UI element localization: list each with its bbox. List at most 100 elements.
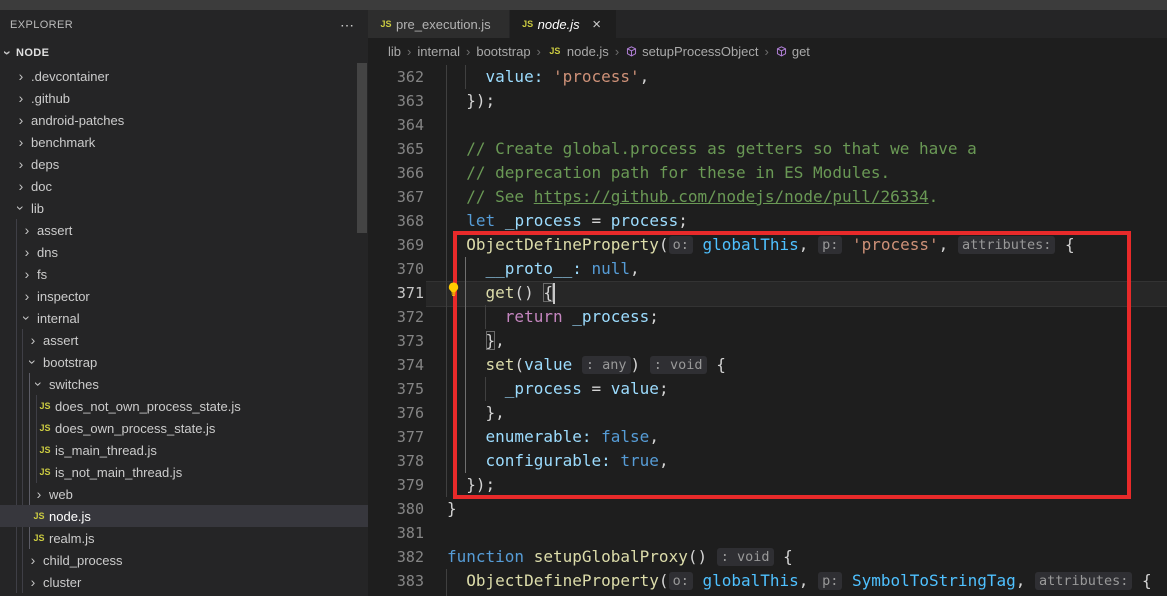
sidebar-item-switches[interactable]: ›switches <box>0 373 368 395</box>
code-line-366[interactable]: 366 // deprecation path for these in ES … <box>368 161 1167 185</box>
chevron-down-icon: › <box>1 45 15 61</box>
line-number-381[interactable]: 381 <box>368 521 424 545</box>
line-number-383[interactable]: 383 <box>368 569 424 593</box>
chevron-down-icon: › <box>20 310 34 326</box>
line-number-371[interactable]: 371 <box>368 281 424 305</box>
chevron-right-icon: › <box>13 113 29 127</box>
code-line-365[interactable]: 365 // Create global.process as getters … <box>368 137 1167 161</box>
code-token <box>524 547 534 566</box>
line-number-369[interactable]: 369 <box>368 233 424 257</box>
breadcrumb-item-get[interactable]: get <box>775 44 810 59</box>
sidebar-item-child_process[interactable]: ›child_process <box>0 549 368 571</box>
code-token <box>447 211 466 230</box>
line-number-368[interactable]: 368 <box>368 209 424 233</box>
line-number-373[interactable]: 373 <box>368 329 424 353</box>
item-label: inspector <box>35 289 90 304</box>
sidebar-item-android-patches[interactable]: ›android-patches <box>0 109 368 131</box>
code-token: ( <box>659 571 669 590</box>
code-line-383[interactable]: 383 ObjectDefineProperty(o: globalThis, … <box>368 569 1167 593</box>
sidebar-item-.devcontainer[interactable]: ›.devcontainer <box>0 65 368 87</box>
sidebar-item-does_not_own_process_state.js[interactable]: JSdoes_not_own_process_state.js <box>0 395 368 417</box>
more-actions-icon[interactable]: ⋯ <box>340 17 354 34</box>
line-number-365[interactable]: 365 <box>368 137 424 161</box>
code-token: }); <box>447 91 495 110</box>
sidebar-item-assert[interactable]: ›assert <box>0 329 368 351</box>
line-number-380[interactable]: 380 <box>368 497 424 521</box>
code-token: globalThis <box>702 571 798 590</box>
line-number-375[interactable]: 375 <box>368 377 424 401</box>
code-line-380[interactable]: 380} <box>368 497 1167 521</box>
code-token: ; <box>678 211 688 230</box>
breadcrumb-item-lib[interactable]: lib <box>388 44 401 59</box>
breadcrumb-item-internal[interactable]: internal <box>417 44 460 59</box>
tab-node.js[interactable]: JSnode.js× <box>510 10 617 38</box>
sidebar-item-bootstrap[interactable]: ›bootstrap <box>0 351 368 373</box>
line-number-372[interactable]: 372 <box>368 305 424 329</box>
line-number-382[interactable]: 382 <box>368 545 424 569</box>
code-line-381[interactable]: 381 <box>368 521 1167 545</box>
code-token: . <box>929 187 939 206</box>
sidebar-item-node.js[interactable]: JSnode.js <box>0 505 368 527</box>
sidebar-item-internal[interactable]: ›internal <box>0 307 368 329</box>
sidebar-item-cluster[interactable]: ›cluster <box>0 571 368 593</box>
code-token: = <box>582 211 611 230</box>
tab-pre_execution.js[interactable]: JSpre_execution.js <box>368 10 510 38</box>
line-number-376[interactable]: 376 <box>368 401 424 425</box>
code-editor[interactable]: 362 value: 'process',363 });364365 // Cr… <box>368 64 1167 596</box>
code-line-382[interactable]: 382function setupGlobalProxy() : void { <box>368 545 1167 569</box>
code-line-364[interactable]: 364 <box>368 113 1167 137</box>
sidebar-item-inspector[interactable]: ›inspector <box>0 285 368 307</box>
code-token: { <box>1132 571 1151 590</box>
sidebar-item-is_main_thread.js[interactable]: JSis_main_thread.js <box>0 439 368 461</box>
code-line-367[interactable]: 367 // See https://github.com/nodejs/nod… <box>368 185 1167 209</box>
sidebar-item-lib[interactable]: ›lib <box>0 197 368 219</box>
line-content: value: 'process', <box>447 65 649 89</box>
sidebar-item-assert[interactable]: ›assert <box>0 219 368 241</box>
breadcrumb-item-bootstrap[interactable]: bootstrap <box>476 44 530 59</box>
js-file-icon: JS <box>37 401 53 411</box>
sidebar-item-benchmark[interactable]: ›benchmark <box>0 131 368 153</box>
code-line-362[interactable]: 362 value: 'process', <box>368 65 1167 89</box>
item-label: .github <box>29 91 70 106</box>
section-header-node[interactable]: › NODE <box>0 40 368 65</box>
item-label: doc <box>29 179 52 194</box>
chevron-right-icon: › <box>19 223 35 237</box>
inlay-hint: : void <box>717 548 774 566</box>
line-number-378[interactable]: 378 <box>368 449 424 473</box>
breadcrumb-item-setupProcessObject[interactable]: setupProcessObject <box>625 44 758 59</box>
code-line-363[interactable]: 363 }); <box>368 89 1167 113</box>
code-line-368[interactable]: 368 let _process = process; <box>368 209 1167 233</box>
sidebar-item-fs[interactable]: ›fs <box>0 263 368 285</box>
code-token: _process <box>505 211 582 230</box>
sidebar-item-is_not_main_thread.js[interactable]: JSis_not_main_thread.js <box>0 461 368 483</box>
line-number-363[interactable]: 363 <box>368 89 424 113</box>
line-number-366[interactable]: 366 <box>368 161 424 185</box>
file-tree: ›.devcontainer›.github›android-patches›b… <box>0 65 368 593</box>
breadcrumb-item-node.js[interactable]: JSnode.js <box>547 44 609 59</box>
sidebar-item-realm.js[interactable]: JSrealm.js <box>0 527 368 549</box>
sidebar-item-dns[interactable]: ›dns <box>0 241 368 263</box>
code-token: // See <box>466 187 533 206</box>
line-number-379[interactable]: 379 <box>368 473 424 497</box>
line-number-377[interactable]: 377 <box>368 425 424 449</box>
sidebar-item-deps[interactable]: ›deps <box>0 153 368 175</box>
code-token: { <box>774 547 793 566</box>
item-label: does_not_own_process_state.js <box>53 399 241 414</box>
code-token: https://github.com/nodejs/node/pull/2633… <box>534 187 929 206</box>
sidebar-item-.github[interactable]: ›.github <box>0 87 368 109</box>
item-label: switches <box>47 377 99 392</box>
code-token: () <box>688 547 717 566</box>
line-number-362[interactable]: 362 <box>368 65 424 89</box>
sidebar-item-does_own_process_state.js[interactable]: JSdoes_own_process_state.js <box>0 417 368 439</box>
line-number-364[interactable]: 364 <box>368 113 424 137</box>
line-number-374[interactable]: 374 <box>368 353 424 377</box>
lightbulb-icon[interactable] <box>446 281 461 297</box>
line-number-370[interactable]: 370 <box>368 257 424 281</box>
line-number-367[interactable]: 367 <box>368 185 424 209</box>
explorer-title: EXPLORER <box>10 19 73 31</box>
sidebar-item-doc[interactable]: ›doc <box>0 175 368 197</box>
sidebar-item-web[interactable]: ›web <box>0 483 368 505</box>
close-icon[interactable]: × <box>588 16 606 33</box>
js-file-icon: JS <box>31 511 47 521</box>
code-token <box>447 67 486 86</box>
